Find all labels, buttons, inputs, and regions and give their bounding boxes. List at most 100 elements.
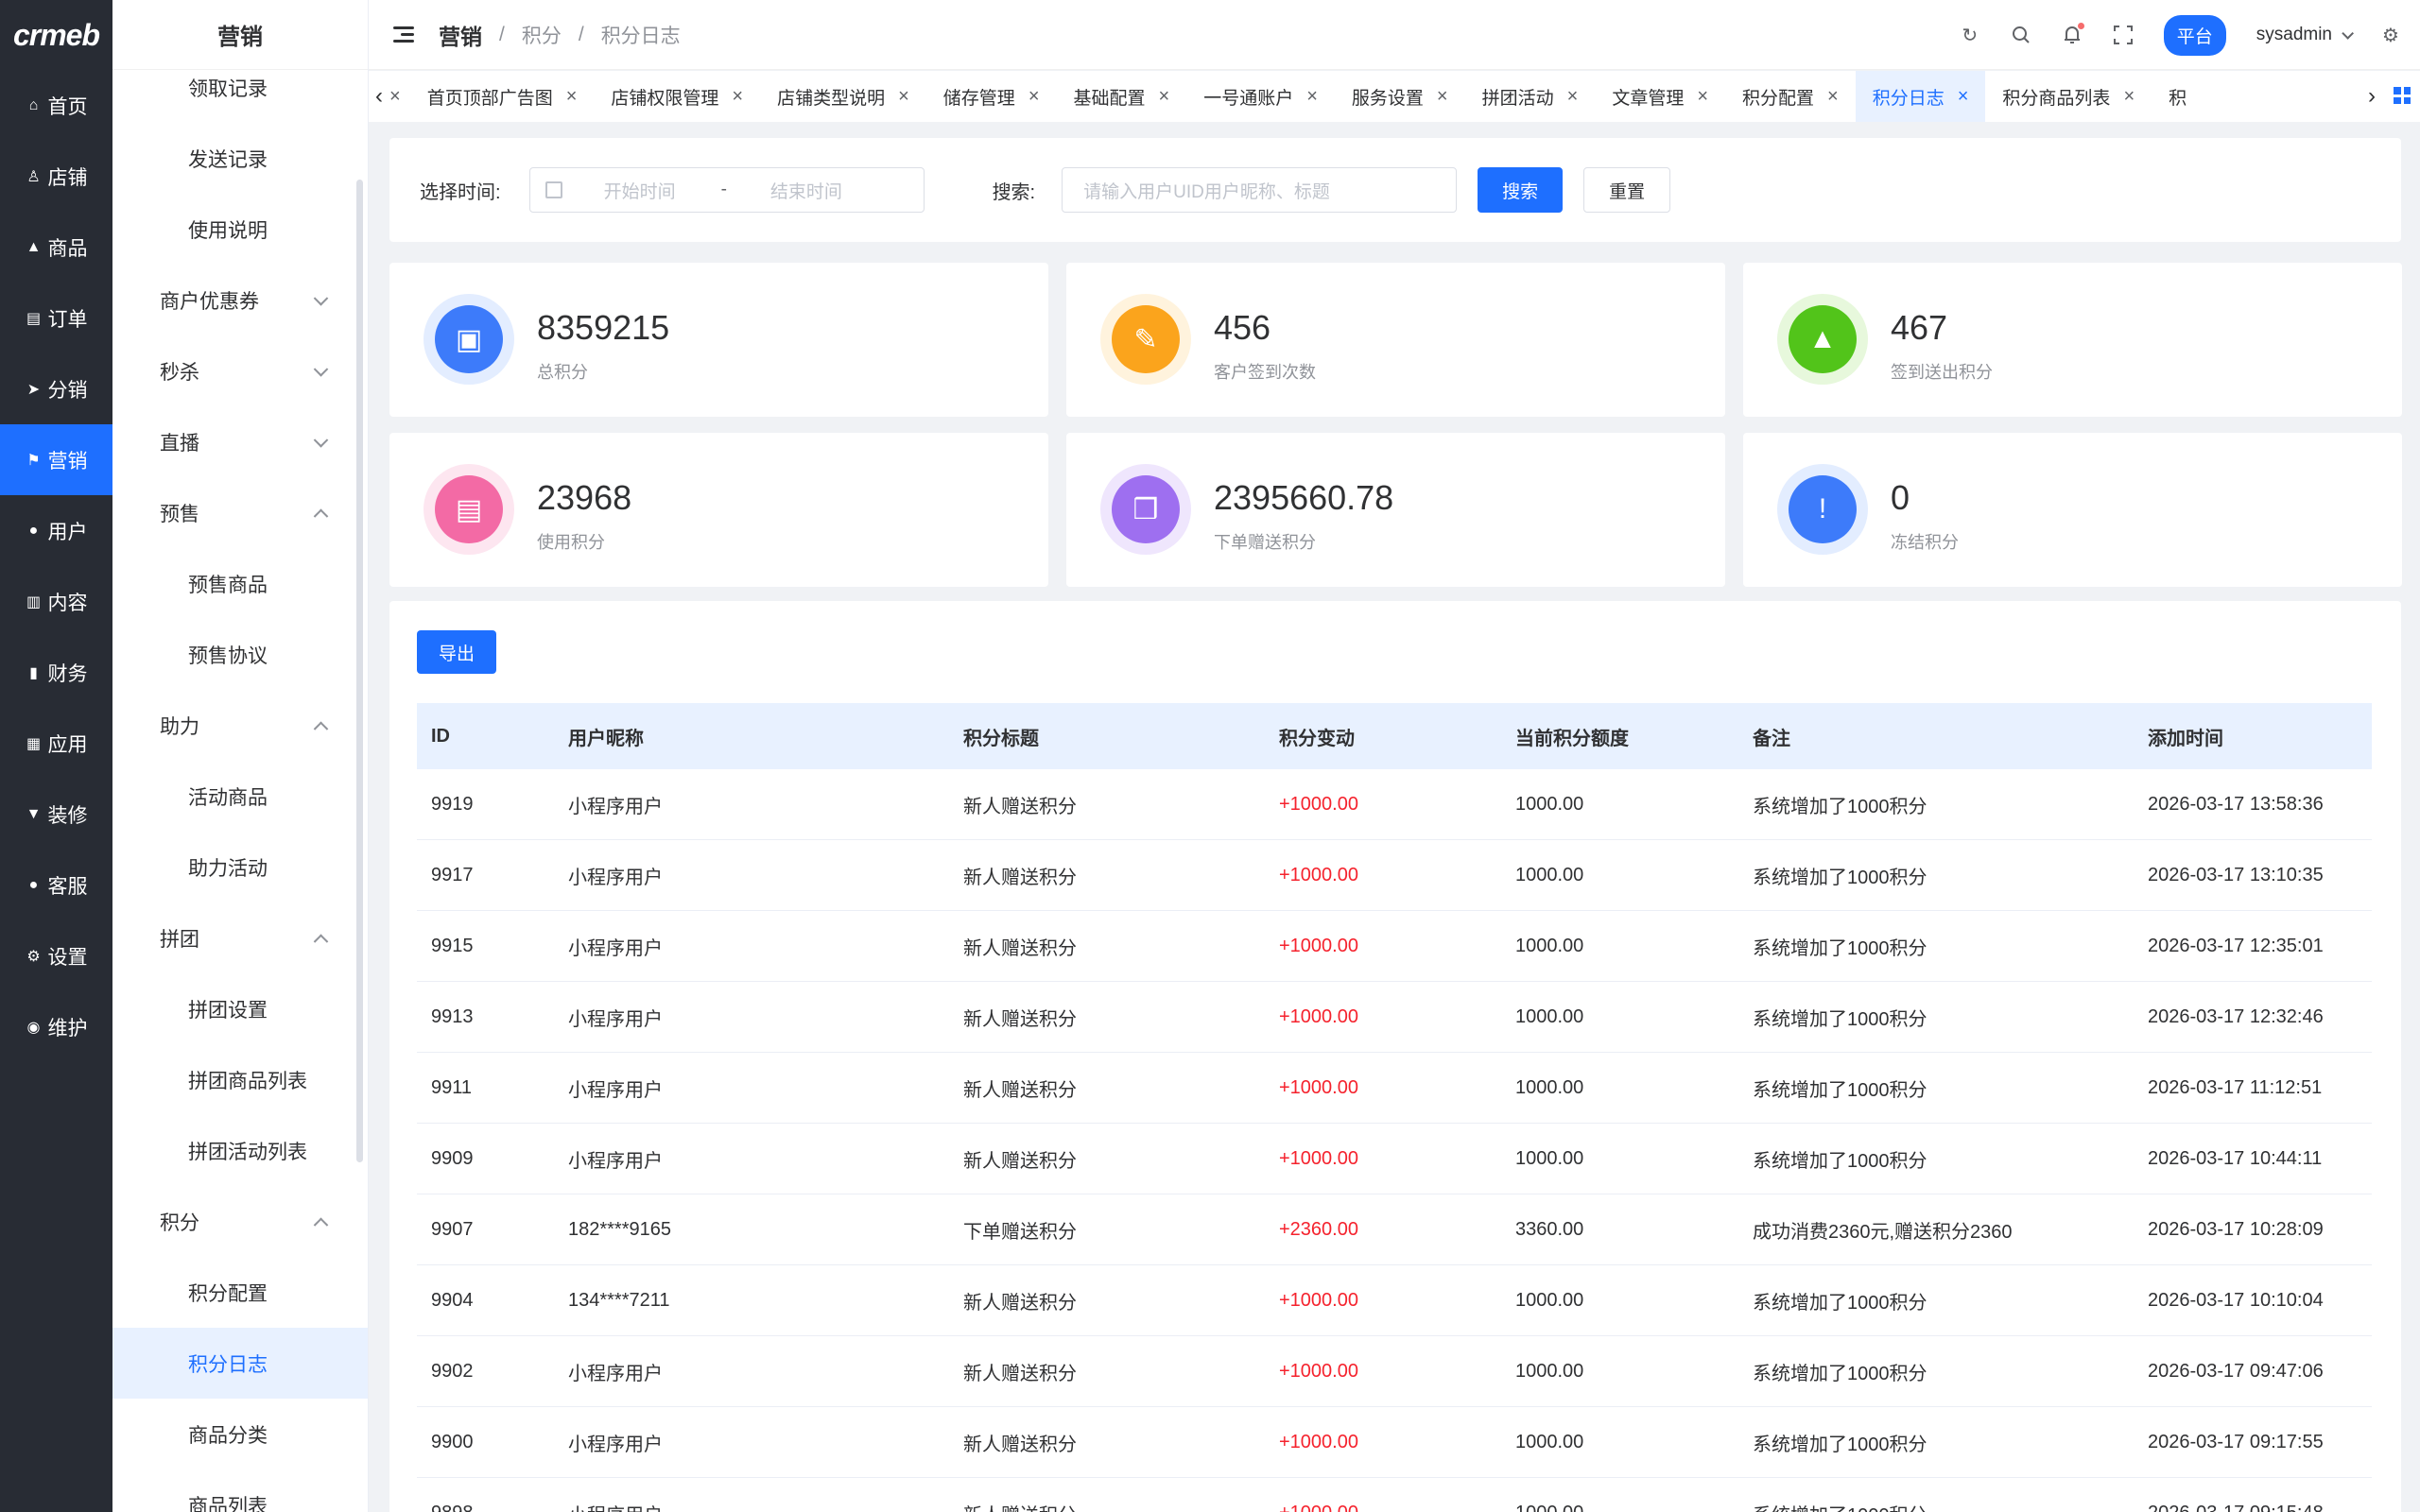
sidebar-group[interactable]: 积分: [112, 1186, 368, 1257]
date-range-picker[interactable]: 开始时间 - 结束时间: [528, 167, 925, 213]
table-row[interactable]: 9913 小程序用户 新人赠送积分 +1000.00 1000.00 系统增加了1000积…: [417, 982, 2372, 1053]
sidebar-item[interactable]: 积分配置: [112, 1257, 368, 1328]
table-cell: 系统增加了1000积分: [1753, 796, 1927, 817]
sidebar-group[interactable]: 拼团: [112, 902, 368, 973]
close-icon[interactable]: ×: [1567, 86, 1579, 108]
rail-item[interactable]: ⌂ 首页: [0, 70, 112, 141]
tab-item[interactable]: 服务设置 ×: [1335, 71, 1465, 122]
close-icon[interactable]: ×: [1958, 86, 1969, 108]
sidebar-item[interactable]: 拼团商品列表: [112, 1044, 368, 1115]
sidebar-item[interactable]: 拼团活动列表: [112, 1115, 368, 1186]
start-time-input[interactable]: 开始时间: [604, 178, 676, 203]
settings-icon[interactable]: ⚙: [2380, 25, 2401, 46]
calendar-icon: [544, 181, 562, 198]
table-row[interactable]: 9915 小程序用户 新人赠送积分 +1000.00 1000.00 系统增加了1000积…: [417, 911, 2372, 982]
table-row[interactable]: 9917 小程序用户 新人赠送积分 +1000.00 1000.00 系统增加了1000积…: [417, 840, 2372, 911]
bell-icon[interactable]: [2062, 23, 2084, 45]
rail-item[interactable]: ▦ 应用: [0, 708, 112, 779]
search-button[interactable]: 搜索: [1478, 167, 1564, 213]
close-icon[interactable]: ×: [732, 86, 743, 108]
rail-item[interactable]: ▼ 装修: [0, 779, 112, 850]
rail-item[interactable]: ▮ 财务: [0, 637, 112, 708]
sidebar-item[interactable]: 活动商品: [112, 761, 368, 832]
search-icon[interactable]: [2011, 25, 2031, 45]
sidebar-item[interactable]: 助力活动: [112, 832, 368, 902]
close-icon[interactable]: ×: [1306, 86, 1318, 108]
tab-item[interactable]: 储存管理 ×: [926, 71, 1057, 122]
close-icon[interactable]: ×: [1028, 86, 1040, 108]
tab-item[interactable]: 首页顶部广告图 ×: [410, 71, 595, 122]
tab-item[interactable]: 积分商品列表 ×: [1985, 71, 2152, 122]
sidebar-group[interactable]: 预售: [112, 477, 368, 548]
tab-item[interactable]: 积分日志 ×: [1855, 71, 1986, 122]
user-menu[interactable]: sysadmin: [2256, 25, 2354, 45]
refresh-icon[interactable]: ↻: [1960, 25, 1980, 46]
tab-item[interactable]: 店铺权限管理 ×: [594, 71, 760, 122]
rail-item[interactable]: ⚙ 设置: [0, 920, 112, 991]
menu-toggle-icon[interactable]: [393, 26, 414, 43]
close-icon[interactable]: ×: [389, 86, 401, 108]
table-row[interactable]: 9902 小程序用户 新人赠送积分 +1000.00 1000.00 系统增加了1000积…: [417, 1336, 2372, 1407]
table-row[interactable]: 9911 小程序用户 新人赠送积分 +1000.00 1000.00 系统增加了1000积…: [417, 1053, 2372, 1124]
search-label: 搜索:: [992, 181, 1036, 203]
sidebar-group[interactable]: 直播: [112, 406, 368, 477]
end-time-input[interactable]: 结束时间: [770, 178, 842, 203]
tab-item[interactable]: 拼团活动 ×: [1465, 71, 1596, 122]
tab-item[interactable]: 基础配置 ×: [1057, 71, 1187, 122]
sidebar-item[interactable]: 预售协议: [112, 619, 368, 690]
sidebar-item[interactable]: 领取记录: [112, 52, 368, 123]
sidebar-item[interactable]: 拼团设置: [112, 973, 368, 1044]
table-row[interactable]: 9919 小程序用户 新人赠送积分 +1000.00 1000.00 系统增加了1000积…: [417, 769, 2372, 840]
rail-item[interactable]: ● 用户: [0, 495, 112, 566]
tab-item[interactable]: 文章管理 ×: [1595, 71, 1725, 122]
rail-item[interactable]: ▲ 商品: [0, 212, 112, 283]
tab-item[interactable]: 积: [2152, 71, 2204, 122]
rail-item[interactable]: ♙ 店铺: [0, 141, 112, 212]
tab-item[interactable]: 一号通账户 ×: [1186, 71, 1335, 122]
rail-item[interactable]: ▤ 订单: [0, 283, 112, 353]
close-icon[interactable]: ×: [1159, 86, 1170, 108]
sidebar-item[interactable]: 积分日志: [112, 1328, 368, 1399]
tab-item[interactable]: 店铺类型说明 ×: [760, 71, 926, 122]
close-icon[interactable]: ×: [2123, 86, 2135, 108]
sidebar-group[interactable]: 秒杀: [112, 335, 368, 406]
tabs-grid-icon[interactable]: [2394, 87, 2411, 104]
rail-item[interactable]: ⚑ 营销: [0, 424, 112, 495]
rail-item[interactable]: ➤ 分销: [0, 353, 112, 424]
table-cell: 134****7211: [568, 1289, 670, 1311]
rail-item[interactable]: ● 客服: [0, 850, 112, 920]
sidebar-item[interactable]: 商品分类: [112, 1399, 368, 1469]
close-icon[interactable]: ×: [1827, 86, 1839, 108]
sidebar-group[interactable]: 商户优惠券: [112, 265, 368, 335]
breadcrumb-item[interactable]: 积分: [522, 21, 562, 49]
table-row[interactable]: 9909 小程序用户 新人赠送积分 +1000.00 1000.00 系统增加了1000积…: [417, 1124, 2372, 1194]
table-cell: 新人赠送积分: [963, 867, 1077, 888]
close-icon[interactable]: ×: [1697, 86, 1708, 108]
rail-item[interactable]: ▥ 内容: [0, 566, 112, 637]
tab-label: 积: [2169, 88, 2187, 109]
sidebar-scrollbar[interactable]: [356, 180, 363, 1162]
rail-item[interactable]: ◉ 维护: [0, 991, 112, 1062]
platform-badge[interactable]: 平台: [2163, 14, 2226, 56]
close-icon[interactable]: ×: [566, 86, 578, 108]
breadcrumb-item[interactable]: 营销: [439, 19, 482, 51]
tab-close-leading[interactable]: ×: [389, 71, 410, 122]
sidebar-item[interactable]: 商品列表: [112, 1469, 368, 1512]
fullscreen-icon[interactable]: [2113, 25, 2134, 45]
table-row[interactable]: 9904 134****7211 新人赠送积分 +1000.00 1000.00 系统增加…: [417, 1265, 2372, 1336]
sidebar-group[interactable]: 助力: [112, 690, 368, 761]
export-button[interactable]: 导出: [417, 630, 497, 674]
close-icon[interactable]: ×: [1437, 86, 1448, 108]
table-row[interactable]: 9898小程序用户新人赠送积分+1000.001000.00系统增加了1000积…: [417, 1478, 2372, 1512]
sidebar-item[interactable]: 预售商品: [112, 548, 368, 619]
tabs-scroll-right-icon[interactable]: ›: [2361, 71, 2382, 122]
table-row[interactable]: 9900 小程序用户 新人赠送积分 +1000.00 1000.00 系统增加了1000积…: [417, 1407, 2372, 1478]
search-input[interactable]: 请输入用户UID用户昵称、标题: [1062, 167, 1458, 213]
tab-item[interactable]: 积分配置 ×: [1725, 71, 1856, 122]
reset-button[interactable]: 重置: [1583, 167, 1671, 213]
sidebar-item[interactable]: 使用说明: [112, 194, 368, 265]
close-icon[interactable]: ×: [898, 86, 909, 108]
table-row[interactable]: 9907 182****9165 下单赠送积分 +2360.00 3360.00 成功消费…: [417, 1194, 2372, 1265]
sidebar-item[interactable]: 发送记录: [112, 123, 368, 194]
tabs-scroll-left-icon[interactable]: ‹: [369, 71, 389, 122]
